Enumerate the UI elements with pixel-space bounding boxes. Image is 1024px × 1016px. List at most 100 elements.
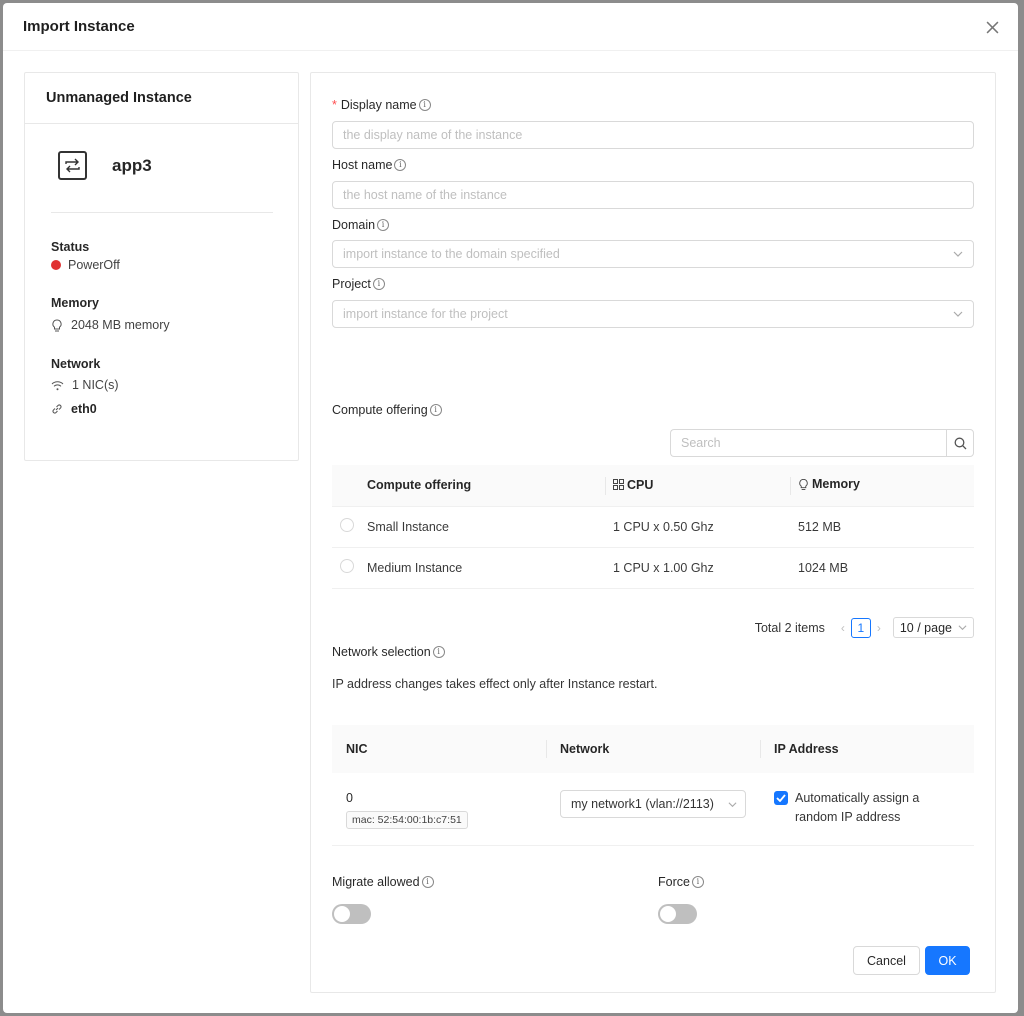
project-label-text: Project [332,277,371,291]
divider [51,212,273,213]
column-separator [546,740,547,758]
column-header-nic: NIC [332,725,546,773]
header-cpu-text: CPU [627,477,654,492]
column-separator [605,477,606,495]
display-name-label: * Display name i [332,98,431,112]
row-radio-cell [332,506,367,548]
compute-offering-label-text: Compute offering [332,403,428,417]
search-button[interactable] [946,429,974,457]
chevron-down-icon [953,251,963,257]
status-value: PowerOff [51,258,120,272]
auto-ip-checkbox[interactable] [774,791,788,805]
table-row[interactable]: Medium Instance 1 CPU x 1.00 Ghz 1024 MB [332,547,974,589]
nic-cell: 0 mac: 52:54:00:1b:c7:51 [332,773,546,846]
modal-title: Import Instance [23,18,135,35]
page-size-select[interactable]: 10 / page [892,617,974,638]
column-header-ip: IP Address [760,725,974,773]
cancel-button[interactable]: Cancel [853,946,920,975]
table-header-row: NIC Network IP Address [332,725,974,773]
select-radio[interactable] [340,518,354,532]
import-form-card: * Display name i Host name i Domain i im… [310,72,996,993]
nic-table: NIC Network IP Address 0 mac: 52:54:00:1… [332,725,974,846]
chevron-down-icon [728,801,737,807]
nic-count: 1 NIC(s) [51,378,119,392]
search-input[interactable] [670,429,946,457]
page-1-button[interactable]: 1 [850,617,871,638]
appstore-icon [613,479,624,490]
chevron-down-icon [953,311,963,317]
ok-button[interactable]: OK [925,946,970,975]
column-header-network: Network [546,725,760,773]
migrate-allowed-toggle[interactable] [332,904,371,924]
column-header-memory: Memory [790,465,974,507]
nic-name: eth0 [51,402,97,416]
compute-offering-label: Compute offering i [332,403,442,417]
next-page-icon[interactable]: › [877,621,881,635]
info-icon[interactable]: i [421,876,434,888]
page-size-text: 10 / page [899,620,952,635]
force-toggle[interactable] [658,904,697,924]
host-name-label-text: Host name [332,158,393,172]
row-radio-cell [332,547,367,589]
ip-change-note: IP address changes takes effect only aft… [332,677,658,691]
wifi-icon [51,380,64,390]
table-header-row: Compute offering CPU Memory [332,465,974,507]
offering-search [670,429,974,457]
status-label: Status [51,240,90,254]
project-select[interactable]: import instance for the project [332,300,974,328]
table-row[interactable]: Small Instance 1 CPU x 0.50 Ghz 512 MB [332,506,974,548]
instance-name: app3 [112,155,152,175]
link-icon [52,404,62,414]
network-select[interactable]: my network1 (vlan://2113) [560,790,746,818]
table-row: 0 mac: 52:54:00:1b:c7:51 my network1 (vl… [332,773,974,846]
header-offering-text: Compute offering [367,478,472,493]
memory-label: Memory [51,296,99,310]
offering-table: Compute offering CPU Memory Small Instan… [332,465,974,589]
auto-ip-checkbox-row[interactable]: Automatically assign a random IP address [774,789,974,827]
network-selection-label: Network selection i [332,645,445,659]
column-header-offering: Compute offering [367,465,605,507]
offering-name: Medium Instance [367,547,605,589]
header-memory-text: Memory [812,477,860,491]
radio-column-header [332,465,367,507]
check-icon [776,794,786,802]
info-icon[interactable]: i [394,159,407,171]
info-icon[interactable]: i [418,99,431,111]
migrate-allowed-label: Migrate allowed i [332,875,434,889]
status-text: PowerOff [68,258,120,272]
info-icon[interactable]: i [691,876,704,888]
close-icon [986,21,998,33]
domain-select[interactable]: import instance to the domain specified [332,240,974,268]
network-selection-label-text: Network selection [332,645,431,659]
project-placeholder: import instance for the project [343,307,508,321]
nic-name-text: eth0 [71,402,97,416]
network-label: Network [51,357,101,371]
memory-value: 2048 MB memory [51,318,170,332]
close-button[interactable] [982,17,1002,37]
host-name-label: Host name i [332,158,407,172]
status-dot-icon [51,260,61,270]
ip-cell: Automatically assign a random IP address [760,773,974,846]
domain-placeholder: import instance to the domain specified [343,247,560,261]
domain-label: Domain i [332,218,390,232]
import-instance-modal: Import Instance Unmanaged Instance app3 … [3,3,1018,1013]
chevron-down-icon [958,625,967,631]
info-icon[interactable]: i [377,219,390,231]
info-icon[interactable]: i [432,646,445,658]
offering-memory: 1024 MB [790,547,974,589]
project-label: Project i [332,277,385,291]
card-heading: Unmanaged Instance [25,73,298,124]
host-name-input[interactable] [332,181,974,209]
header-ip-text: IP Address [774,742,839,756]
display-name-input[interactable] [332,121,974,149]
prev-page-icon[interactable]: ‹ [841,621,845,635]
info-icon[interactable]: i [372,278,385,290]
instance-row: app3 [58,151,152,180]
column-separator [790,477,791,495]
migrate-allowed-label-text: Migrate allowed [332,875,420,889]
auto-ip-line-2: random IP address [795,810,901,824]
select-radio[interactable] [340,559,354,573]
auto-ip-label: Automatically assign a random IP address [795,789,919,827]
pagination-total: Total 2 items [754,620,825,635]
info-icon[interactable]: i [429,404,442,416]
